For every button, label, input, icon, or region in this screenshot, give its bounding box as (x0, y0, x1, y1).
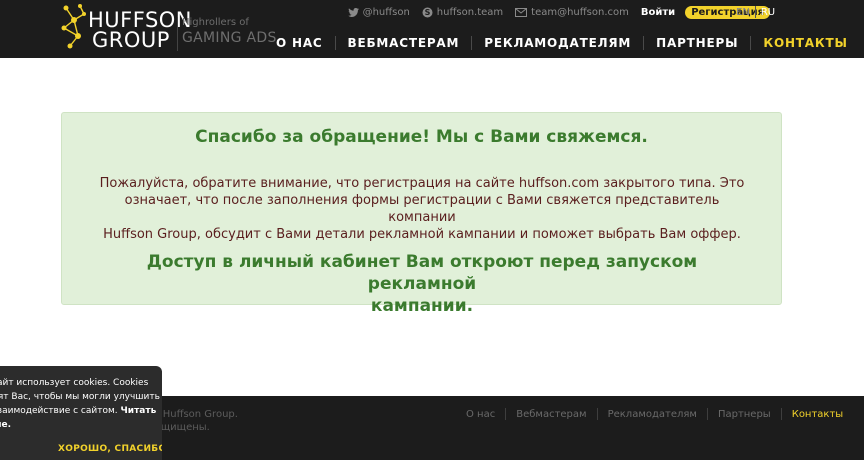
cookie-line: ше. (0, 418, 162, 432)
cookie-line-text: взаимодействие с сайтом. (0, 406, 121, 416)
lang-ru[interactable]: RU (761, 7, 775, 18)
message-title: Спасибо за обращение! Мы с Вами свяжемся… (195, 127, 648, 147)
email-address: team@huffson.com (531, 6, 629, 18)
nav-item-partners[interactable]: ПАРТНЕРЫ (644, 36, 750, 50)
footer-nav: О нас Вебмастерам Рекламодателям Партнер… (456, 408, 853, 420)
message-line: Пожалуйста, обратите внимание, что регис… (99, 176, 745, 191)
lang-en[interactable]: EN (736, 7, 750, 18)
language-switcher: EN RU (736, 4, 775, 20)
svg-text:S: S (424, 8, 430, 17)
login-link[interactable]: Войти (641, 7, 675, 18)
tagline-line2: GAMING ADS (182, 30, 277, 46)
footer-nav-advertisers[interactable]: Рекламодателям (598, 409, 707, 420)
footer-nav-webmasters[interactable]: Вебмастерам (506, 409, 596, 420)
twitter-icon (347, 7, 359, 17)
message-line: означает, что после заполнения формы рег… (124, 193, 720, 225)
message-body: Пожалуйста, обратите внимание, что регис… (92, 175, 752, 243)
success-message-box: Спасибо за обращение! Мы с Вами свяжемся… (61, 112, 782, 316)
cookie-text: сайт использует cookies. Cookies нят Вас… (0, 376, 162, 432)
twitter-link[interactable]: @huffson (347, 6, 410, 18)
tagline-line1: Highrollers of (182, 17, 249, 28)
cookie-line: взаимодействие с сайтом. Читать (0, 404, 162, 418)
tagline: Highrollers of GAMING ADS (177, 17, 277, 51)
nav-item-webmasters[interactable]: ВЕБМАСТЕРАМ (336, 36, 472, 50)
main-nav: О НАС ВЕБМАСТЕРАМ РЕКЛАМОДАТЕЛЯМ ПАРТНЕР… (264, 34, 860, 52)
cookie-line: сайт использует cookies. Cookies (0, 378, 149, 388)
email-link[interactable]: team@huffson.com (515, 7, 629, 18)
footer-nav-about[interactable]: О нас (456, 409, 505, 420)
nav-item-advertisers[interactable]: РЕКЛАМОДАТЕЛЯМ (472, 36, 643, 50)
footer-nav-contacts[interactable]: Контакты (782, 409, 853, 420)
nav-item-about[interactable]: О НАС (264, 36, 335, 50)
cookie-accept-button[interactable]: ХОРОШО, СПАСИБО (58, 444, 162, 454)
footer-nav-partners[interactable]: Партнеры (708, 409, 781, 420)
access-note-line: Доступ в личный кабинет Вам откроют пере… (146, 252, 698, 294)
nav-item-contacts[interactable]: КОНТАКТЫ (751, 36, 859, 50)
message-access-note: Доступ в личный кабинет Вам откроют пере… (102, 251, 742, 317)
lang-divider (754, 6, 756, 18)
cookie-line: нят Вас, чтобы мы могли улучшить (0, 392, 160, 402)
mail-icon (515, 7, 528, 17)
logo[interactable]: HUFFSON GROUP (60, 2, 192, 54)
skype-handle: huffson.team (436, 6, 504, 18)
site-header: HUFFSON GROUP Highrollers of GAMING ADS … (0, 0, 864, 58)
message-line: Huffson Group, обсудит с Вами детали рек… (103, 227, 741, 242)
cookie-read-more-link[interactable]: Читать (120, 406, 156, 416)
skype-icon: S (422, 7, 433, 17)
skype-link[interactable]: S huffson.team (422, 7, 503, 18)
twitter-handle: @huffson (362, 6, 410, 18)
cookie-banner: сайт использует cookies. Cookies нят Вас… (0, 366, 162, 460)
access-note-line: кампании. (370, 296, 474, 316)
cookie-read-more-link-end[interactable]: ше. (0, 420, 11, 430)
contact-bar: @huffson S huffson.team team@huffson.com… (336, 4, 770, 20)
logo-text-line2: GROUP (92, 28, 170, 52)
